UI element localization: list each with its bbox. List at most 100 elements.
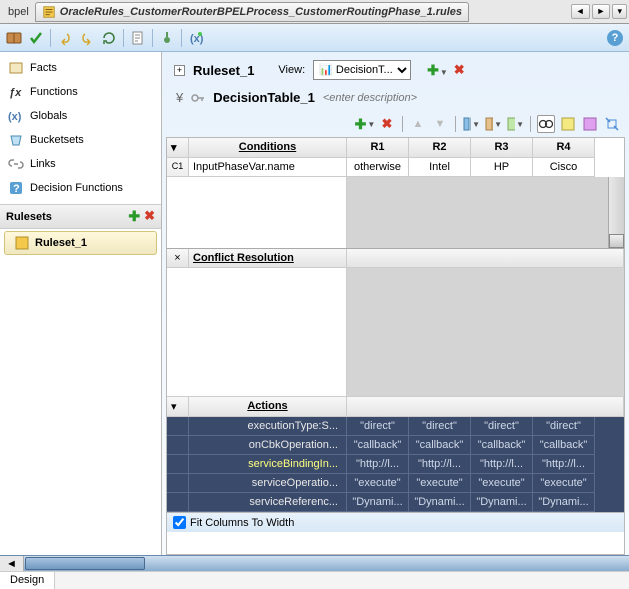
- sidebar-item-functions[interactable]: ƒx Functions: [0, 80, 161, 104]
- globals-tool-icon[interactable]: (x): [188, 30, 204, 46]
- action-value[interactable]: "direct": [409, 417, 471, 436]
- horizontal-scrollbar[interactable]: ◄: [0, 555, 629, 571]
- settings-icon[interactable]: [159, 30, 175, 46]
- prev-tab[interactable]: bpel: [2, 4, 35, 20]
- tool-icon-1[interactable]: [559, 115, 577, 133]
- condition-value[interactable]: otherwise: [347, 158, 409, 177]
- description-input[interactable]: [323, 92, 473, 104]
- conflict-close-icon[interactable]: ×: [167, 249, 189, 267]
- bottom-tabs: Design: [0, 571, 629, 589]
- tab-nav-prev[interactable]: ◄: [571, 4, 590, 19]
- action-value[interactable]: "direct": [533, 417, 595, 436]
- document-icon[interactable]: [130, 30, 146, 46]
- rule-col-header[interactable]: R1: [347, 138, 409, 158]
- tool-icon-2[interactable]: [581, 115, 599, 133]
- file-tab[interactable]: OracleRules_CustomerRouterBPELProcess_Cu…: [35, 2, 469, 22]
- functions-icon: ƒx: [8, 84, 24, 100]
- delete-button[interactable]: ✖: [378, 115, 396, 133]
- vertical-scrollbar[interactable]: [608, 177, 624, 248]
- undo-icon[interactable]: [57, 30, 73, 46]
- sidebar-item-facts[interactable]: Facts: [0, 56, 161, 80]
- move-down-icon[interactable]: ▼: [431, 115, 449, 133]
- delete-rule-button[interactable]: ✖: [454, 62, 465, 79]
- bottom-area: ◄ Design: [0, 555, 629, 589]
- ruleset-item[interactable]: Ruleset_1: [4, 231, 157, 255]
- action-label[interactable]: onCbkOperation...: [189, 436, 347, 455]
- condition-id[interactable]: C1: [167, 158, 189, 177]
- condition-name[interactable]: InputPhaseVar.name: [189, 158, 347, 177]
- move-up-icon[interactable]: ▲: [409, 115, 427, 133]
- design-tab[interactable]: Design: [0, 572, 55, 589]
- action-label[interactable]: serviceBindingIn...: [189, 455, 347, 474]
- rule-col-header[interactable]: R3: [471, 138, 533, 158]
- condition-value[interactable]: Intel: [409, 158, 471, 177]
- action-value[interactable]: "execute": [471, 474, 533, 493]
- condition-value[interactable]: Cisco: [533, 158, 595, 177]
- action-value[interactable]: "Dynami...: [409, 493, 471, 512]
- action-row: serviceBindingIn..."http://l..."http://l…: [167, 455, 624, 474]
- action-value[interactable]: "execute": [347, 474, 409, 493]
- sidebar-item-label: Functions: [30, 86, 78, 98]
- ruleset-icon: [15, 236, 29, 250]
- key-icon: [191, 91, 205, 105]
- action-value[interactable]: "http://l...: [471, 455, 533, 474]
- sidebar-item-label: Bucketsets: [30, 134, 84, 146]
- action-value[interactable]: "Dynami...: [533, 493, 595, 512]
- condition-value[interactable]: HP: [471, 158, 533, 177]
- sidebar-item-decision-functions[interactable]: ? Decision Functions: [0, 176, 161, 200]
- fit-columns-row: Fit Columns To Width: [167, 512, 624, 532]
- show-conflicts-icon[interactable]: [537, 115, 555, 133]
- collapse-icon[interactable]: ¥: [176, 90, 183, 105]
- add-ruleset-icon[interactable]: ✚: [128, 208, 140, 225]
- action-value[interactable]: "direct": [471, 417, 533, 436]
- globals-icon: (x): [8, 108, 24, 124]
- scroll-thumb[interactable]: [25, 557, 145, 570]
- action-value[interactable]: "execute": [409, 474, 471, 493]
- svg-text:?: ?: [13, 183, 20, 195]
- action-label[interactable]: serviceReferenc...: [189, 493, 347, 512]
- gap-analysis-icon[interactable]: ▼: [462, 115, 480, 133]
- action-value[interactable]: "execute": [533, 474, 595, 493]
- action-value[interactable]: "callback": [409, 436, 471, 455]
- action-value[interactable]: "callback": [533, 436, 595, 455]
- action-value[interactable]: "Dynami...: [347, 493, 409, 512]
- rule-col-header[interactable]: R4: [533, 138, 595, 158]
- action-label[interactable]: executionType:S...: [189, 417, 347, 436]
- refresh-icon[interactable]: [101, 30, 117, 46]
- action-value[interactable]: "Dynami...: [471, 493, 533, 512]
- validate-icon[interactable]: [28, 30, 44, 46]
- file-name: OracleRules_CustomerRouterBPELProcess_Cu…: [60, 6, 462, 18]
- sidebar-item-label: Globals: [30, 110, 67, 122]
- view-select[interactable]: 📊 DecisionT...: [313, 60, 411, 80]
- actions-collapse-icon[interactable]: ▾: [167, 397, 189, 416]
- action-value[interactable]: "http://l...: [409, 455, 471, 474]
- sidebar-item-globals[interactable]: (x) Globals: [0, 104, 161, 128]
- expand-icon[interactable]: +: [174, 65, 185, 76]
- action-value[interactable]: "direct": [347, 417, 409, 436]
- add-button[interactable]: ✚▼: [356, 115, 374, 133]
- tab-nav-list[interactable]: ▾: [612, 4, 627, 19]
- merge-icon[interactable]: ▼: [506, 115, 524, 133]
- action-value[interactable]: "callback": [347, 436, 409, 455]
- action-row: serviceReferenc..."Dynami..."Dynami..."D…: [167, 493, 624, 512]
- tab-nav-next[interactable]: ►: [592, 4, 611, 19]
- sidebar-item-bucketsets[interactable]: Bucketsets: [0, 128, 161, 152]
- dictionary-icon[interactable]: [6, 30, 22, 46]
- switch-rows-cols-icon[interactable]: [603, 115, 621, 133]
- split-icon[interactable]: ▼: [484, 115, 502, 133]
- add-rule-button[interactable]: ✚▼: [427, 62, 448, 79]
- redo-icon[interactable]: [79, 30, 95, 46]
- action-label[interactable]: serviceOperatio...: [189, 474, 347, 493]
- action-value[interactable]: "http://l...: [347, 455, 409, 474]
- sidebar-item-links[interactable]: Links: [0, 152, 161, 176]
- fit-columns-checkbox[interactable]: [173, 516, 186, 529]
- action-value[interactable]: "http://l...: [533, 455, 595, 474]
- scroll-left-button[interactable]: ◄: [0, 556, 24, 571]
- corner-cell[interactable]: ▾: [167, 138, 189, 158]
- decision-table-toolbar: ✚▼ ✖ ▲ ▼ ▼ ▼ ▼: [166, 111, 629, 137]
- help-icon[interactable]: ?: [607, 30, 623, 46]
- rule-col-header[interactable]: R2: [409, 138, 471, 158]
- actions-body: executionType:S..."direct""direct""direc…: [167, 417, 624, 512]
- action-value[interactable]: "callback": [471, 436, 533, 455]
- delete-ruleset-icon[interactable]: ✖: [144, 208, 155, 225]
